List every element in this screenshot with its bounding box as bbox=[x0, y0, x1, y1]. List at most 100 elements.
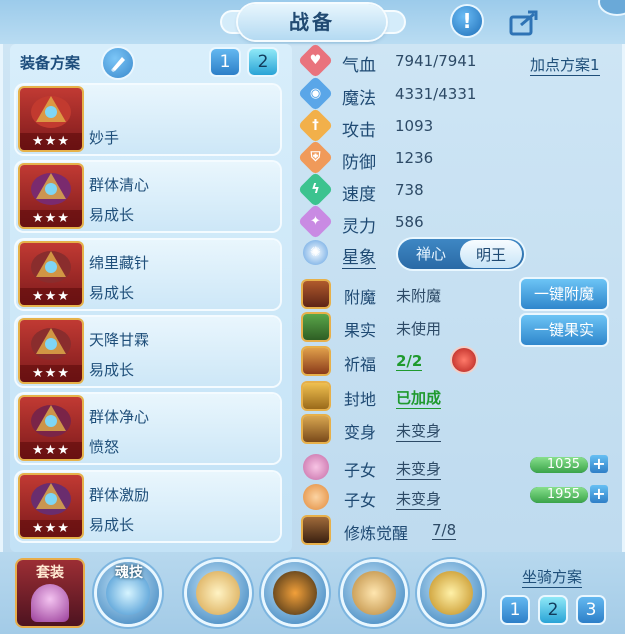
equip-name: 绵里藏针 bbox=[89, 254, 150, 272]
stat-label: 灵力 bbox=[342, 217, 376, 237]
exclamation-icon: ! bbox=[462, 9, 472, 33]
fruit-icon bbox=[303, 314, 329, 340]
blessing-value[interactable]: 2/2 bbox=[396, 352, 423, 371]
enchant-label: 附魔 bbox=[344, 288, 377, 307]
equipment-icon: ★★★ bbox=[20, 88, 82, 150]
constellation-option-mingwang[interactable]: 明王 bbox=[460, 240, 522, 268]
equipment-icon: ★★★ bbox=[20, 475, 82, 537]
fief-value[interactable]: 已加成 bbox=[396, 387, 442, 409]
enchant-value: 未附魔 bbox=[396, 287, 442, 305]
stat-value: 586 bbox=[395, 213, 424, 231]
equipment-icon: ★★★ bbox=[20, 243, 82, 305]
suit-label: 套装 bbox=[36, 565, 64, 581]
equip-card[interactable]: ★★★ 天降甘霖 易成长 bbox=[16, 317, 280, 386]
stat-value: 1236 bbox=[395, 149, 434, 167]
equipment-art-icon bbox=[31, 251, 71, 283]
equip-name: 群体激励 bbox=[89, 486, 150, 504]
fruit-value: 未使用 bbox=[396, 320, 442, 338]
cultivation-value[interactable]: 7/8 bbox=[432, 521, 457, 540]
equipment-art-icon bbox=[31, 328, 71, 360]
fruit-label: 果实 bbox=[344, 321, 377, 340]
star-rating: ★★★ bbox=[20, 365, 82, 382]
child-2-value[interactable]: 未变身 bbox=[396, 488, 442, 510]
child-1-bar: 1035 bbox=[530, 457, 588, 473]
child-2-label: 子女 bbox=[344, 491, 377, 510]
transform-icon bbox=[303, 416, 329, 442]
equip-trait: 愤怒 bbox=[89, 438, 120, 456]
pen-icon bbox=[111, 57, 125, 72]
stat-label: 攻击 bbox=[342, 121, 376, 141]
suit-button[interactable]: 套装 bbox=[17, 560, 83, 626]
mount-plan-2-button[interactable]: 2 bbox=[540, 597, 566, 623]
constellation-option-chanxin[interactable]: 禅心 bbox=[404, 239, 458, 269]
skill-slot-1[interactable] bbox=[187, 562, 249, 624]
one-click-fruit-button[interactable]: 一键果实 bbox=[521, 315, 607, 345]
equipment-art-icon bbox=[31, 483, 71, 515]
equipment-icon: ★★★ bbox=[20, 320, 82, 382]
plus-plan-link[interactable]: 加点方案1 bbox=[530, 54, 600, 76]
equipment-art-icon bbox=[31, 405, 71, 437]
stat-label: 魔法 bbox=[342, 89, 376, 109]
blessing-label: 祈福 bbox=[344, 355, 377, 374]
star-rating: ★★★ bbox=[20, 133, 82, 150]
child-1-bar-value: 1035 bbox=[546, 457, 580, 472]
soul-skill-label: 魂技 bbox=[115, 565, 143, 581]
equip-plan-1-button[interactable]: 1 bbox=[211, 49, 239, 75]
equip-card[interactable]: ★★★ 群体净心愤怒 bbox=[16, 394, 280, 463]
equip-name: 群体清心 bbox=[89, 176, 150, 194]
stat-row: ◉ 魔法 4331/4331 bbox=[297, 75, 520, 112]
suit-figure-icon bbox=[31, 584, 69, 622]
magic-icon: ◉ bbox=[297, 75, 334, 112]
constellation-label: 星象 bbox=[342, 243, 376, 269]
stat-value: 4331/4331 bbox=[395, 85, 477, 103]
stat-label: 防御 bbox=[342, 153, 376, 173]
constellation-toggle[interactable]: 禅心 明王 bbox=[398, 239, 524, 269]
lightning-icon: ϟ bbox=[297, 171, 334, 208]
skill-slot-2[interactable] bbox=[264, 562, 326, 624]
equipment-icon: ★★★ bbox=[20, 165, 82, 227]
child-1-plus-button[interactable]: + bbox=[590, 455, 608, 473]
stat-row: † 攻击 1093 bbox=[297, 107, 520, 144]
one-click-enchant-button[interactable]: 一键附魔 bbox=[521, 279, 607, 309]
blessing-timer-icon[interactable] bbox=[452, 348, 476, 372]
help-button[interactable]: ! bbox=[452, 6, 482, 36]
child-1-value[interactable]: 未变身 bbox=[396, 458, 442, 480]
child-1-label: 子女 bbox=[344, 461, 377, 480]
child-2-bar: 1955 bbox=[530, 487, 588, 503]
share-button[interactable] bbox=[508, 7, 542, 37]
edit-plan-button[interactable] bbox=[103, 48, 133, 78]
equipment-icon: ★★★ bbox=[20, 397, 82, 459]
stat-row: ♥ 气血 7941/7941 bbox=[297, 42, 520, 79]
skill-slot-4[interactable] bbox=[420, 562, 482, 624]
equip-trait: 妙手 bbox=[89, 129, 120, 147]
spirit-icon: ✦ bbox=[297, 203, 334, 240]
equip-trait: 易成长 bbox=[89, 361, 135, 379]
mount-plan-1-button[interactable]: 1 bbox=[502, 597, 528, 623]
equip-card[interactable]: ★★★ 妙手 bbox=[16, 85, 280, 154]
monk-skill-icon bbox=[196, 571, 240, 615]
fief-label: 封地 bbox=[344, 390, 377, 409]
star-rating: ★★★ bbox=[20, 520, 82, 537]
equip-plan-label: 装备方案 bbox=[20, 54, 81, 72]
warrior-skill-icon bbox=[352, 571, 396, 615]
equip-card[interactable]: ★★★ 群体清心 易成长 bbox=[16, 162, 280, 231]
skill-slot-3[interactable] bbox=[343, 562, 405, 624]
sword-icon: † bbox=[297, 107, 334, 144]
equip-card[interactable]: ★★★ 绵里藏针 易成长 bbox=[16, 240, 280, 309]
mount-plan-label[interactable]: 坐骑方案 bbox=[522, 566, 583, 588]
child-2-plus-button[interactable]: + bbox=[590, 485, 608, 503]
stat-value: 7941/7941 bbox=[395, 52, 477, 70]
child-2-bar-value: 1955 bbox=[546, 487, 580, 502]
cultivation-label: 修炼觉醒 bbox=[344, 524, 409, 543]
share-icon bbox=[509, 10, 538, 36]
transform-value[interactable]: 未变身 bbox=[396, 420, 442, 442]
star-rating: ★★★ bbox=[20, 210, 82, 227]
stat-row: ϟ 速度 738 bbox=[297, 171, 520, 208]
equipment-art-icon bbox=[31, 96, 71, 128]
star-rating: ★★★ bbox=[20, 288, 82, 305]
equip-plan-2-button[interactable]: 2 bbox=[249, 49, 277, 75]
equip-name: 群体净心 bbox=[89, 408, 150, 426]
mount-plan-3-button[interactable]: 3 bbox=[578, 597, 604, 623]
child-sword-icon bbox=[303, 484, 329, 510]
equip-card[interactable]: ★★★ 群体激励 易成长 bbox=[16, 472, 280, 541]
